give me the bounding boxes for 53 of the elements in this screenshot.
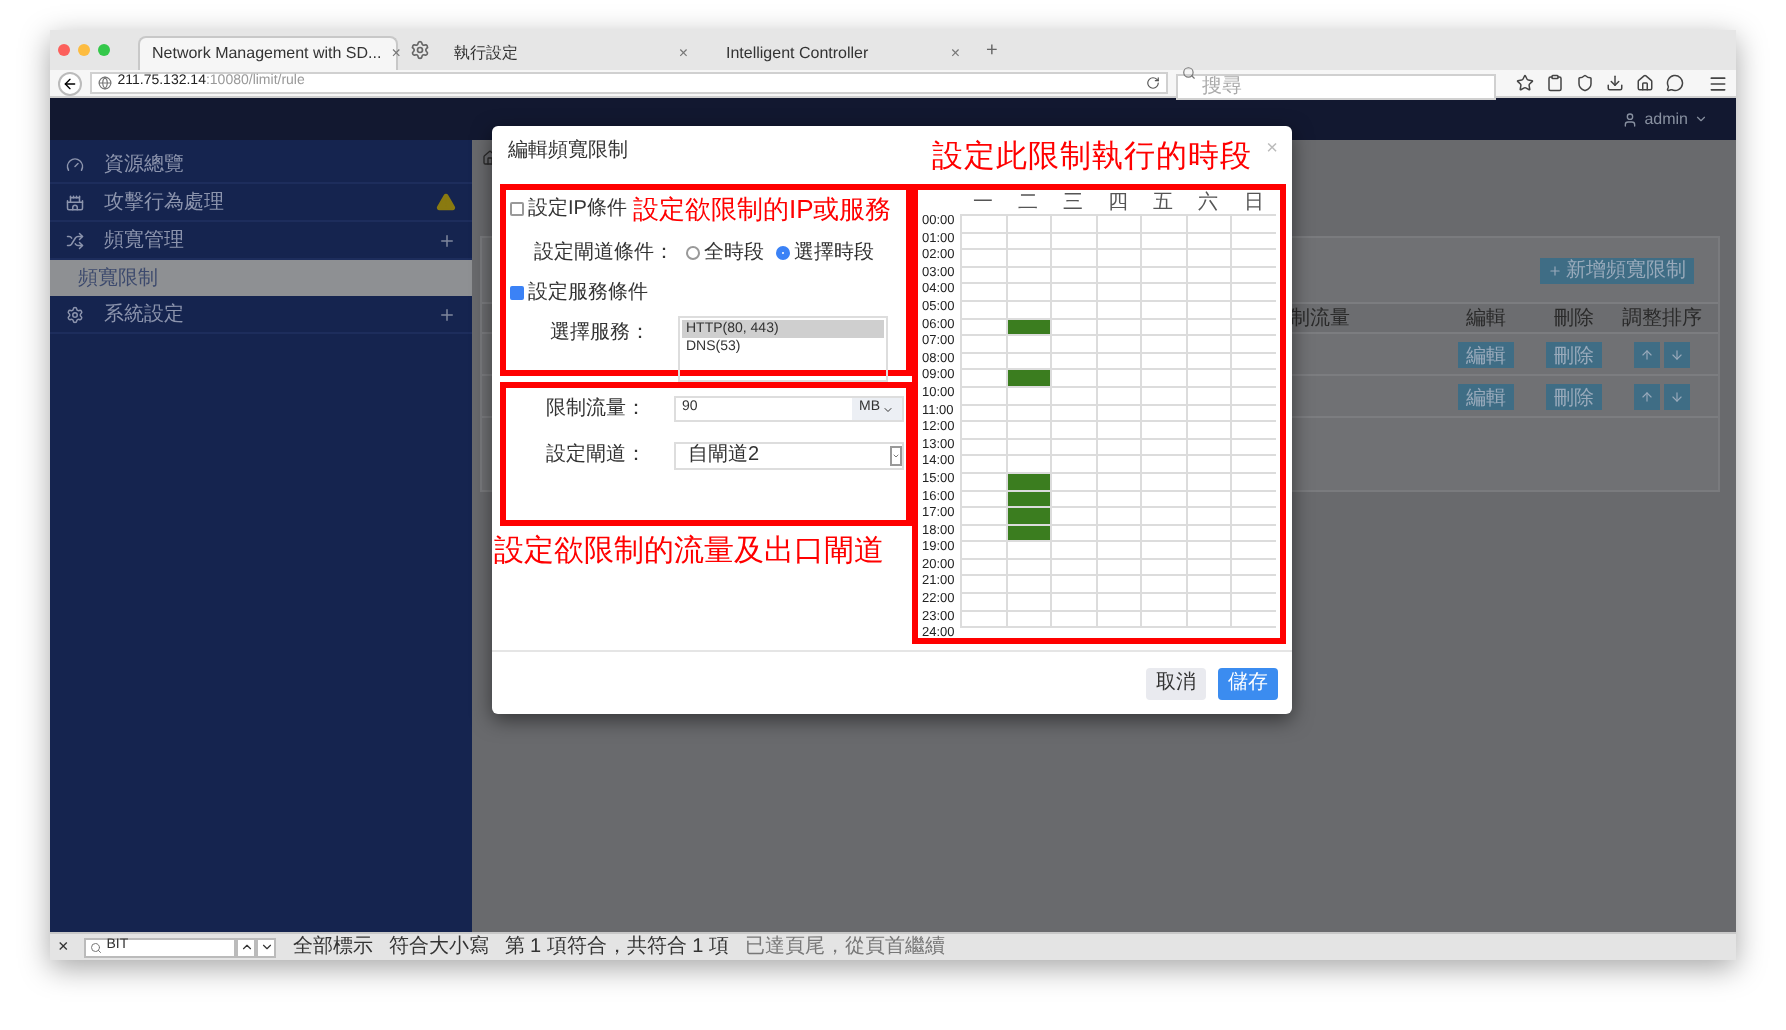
cancel-button[interactable]: 取消 [1146,667,1206,699]
sidebar-item[interactable]: 系統設定 [50,296,472,334]
close-find-button[interactable]: × [58,933,69,961]
dialog-title: 編輯頻寬限制 [508,137,628,166]
field-label: 限制流量： [546,395,648,424]
find-result: 第 1 項符合，共符合 1 項 [504,933,730,962]
sidebar-subitem[interactable]: 頻寬限制 [50,260,472,296]
field-label: 設定閘道條件： [534,239,674,267]
browser-tab[interactable]: Intelligent Controller × [714,36,974,70]
radio-label: 全時段 [704,239,764,267]
gateway-value: 自閘道2 [688,442,760,470]
day-header: 六 [1196,192,1221,214]
sidebar-label: 攻擊行為處理 [104,189,226,217]
gateway-select[interactable]: 自閘道2 [674,441,904,469]
search-field[interactable]: 搜尋 [1176,73,1496,99]
new-tab-button[interactable]: + [986,35,998,65]
day-header: 二 [1015,192,1040,214]
day-header: 三 [1060,192,1085,214]
match-case-button[interactable]: 符合大小寫 [388,932,489,962]
tab-title: Intelligent Controller [726,41,869,65]
annotation-label: 設定欲限制的IP或服務 [632,192,892,228]
sidebar-item[interactable]: 資源總覽 [50,146,472,184]
day-header: 五 [1151,192,1176,214]
day-header: 日 [1241,192,1266,214]
user-name: admin [1644,107,1688,131]
tab-title: Network Management with SD... [152,42,382,66]
browser-tab[interactable]: Network Management with SD... × [138,36,398,70]
checkbox-label: 設定IP條件 [528,195,627,225]
close-tab-button[interactable]: × [948,41,962,65]
field-label: 設定閘道： [546,441,648,470]
radio-label: 選擇時段 [794,239,874,267]
close-tab-button[interactable]: × [389,42,403,66]
sidebar-label: 資源總覽 [104,151,186,179]
column-header: 刪除 [1552,305,1596,333]
save-button[interactable]: 儲存 [1218,667,1278,699]
sidebar-label: 系統設定 [104,301,186,329]
highlight-all-button[interactable]: 全部標示 [292,932,373,962]
tab-title: 執行設定 [454,41,518,65]
day-header: 一 [970,192,995,214]
close-tab-button[interactable]: × [676,41,690,65]
annotation-label: 設定欲限制的流量及出口閘道 [494,532,886,572]
annotation-label: 設定此限制執行的時段 [932,137,1252,178]
browser-tab[interactable]: 執行設定 × [442,36,702,70]
column-header: 編輯 [1464,305,1508,333]
sidebar-item[interactable]: 攻擊行為處理 [50,184,472,222]
column-header: 調整排序 [1620,305,1704,333]
day-header: 四 [1106,192,1131,214]
field-label: 選擇服務： [550,319,652,347]
sidebar-label: 頻寬管理 [104,227,186,255]
column-header: 制流量 [1290,305,1352,333]
user-menu[interactable]: admin [1622,107,1708,131]
checkbox-label: 設定服務條件 [528,279,648,307]
find-status: 已達頁尾，從頁首繼續 [745,933,946,962]
